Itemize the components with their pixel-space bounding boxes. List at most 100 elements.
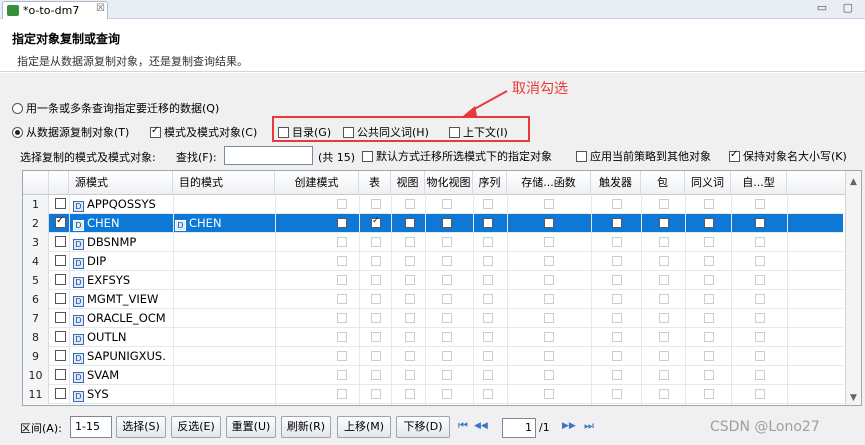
prev-page-icon[interactable]: ◀◀ <box>474 421 488 431</box>
object-type-checkbox[interactable] <box>405 218 415 228</box>
apply-policy-checkbox[interactable]: 应用当前策略到其他对象 <box>576 148 711 164</box>
object-type-checkbox[interactable] <box>704 256 714 266</box>
schema-objects-checkbox[interactable]: 模式及模式对象(C) <box>150 124 257 140</box>
object-type-checkbox[interactable] <box>483 256 493 266</box>
close-icon[interactable]: ☒ <box>96 3 105 14</box>
object-type-checkbox[interactable] <box>544 370 554 380</box>
checkbox[interactable] <box>576 151 587 162</box>
row-select-checkbox[interactable] <box>55 312 66 323</box>
catalog-checkbox[interactable]: 目录(G) <box>278 124 331 140</box>
radio-button[interactable] <box>12 103 23 114</box>
object-type-checkbox[interactable] <box>405 256 415 266</box>
object-type-checkbox[interactable] <box>442 256 452 266</box>
object-type-checkbox[interactable] <box>337 351 347 361</box>
object-type-checkbox[interactable] <box>704 370 714 380</box>
object-type-checkbox[interactable] <box>704 294 714 304</box>
table-row[interactable]: 2DCHENDCHEN <box>23 214 843 233</box>
table-row[interactable]: 8 D OUTLN <box>23 328 843 347</box>
object-type-checkbox[interactable] <box>755 351 765 361</box>
move-down-button[interactable]: 下移(D) <box>396 416 450 438</box>
object-type-checkbox[interactable] <box>544 351 554 361</box>
object-type-checkbox[interactable] <box>483 294 493 304</box>
range-input[interactable]: 1-15 <box>70 416 112 438</box>
table-row[interactable]: 10 D SVAM <box>23 366 843 385</box>
table-row[interactable]: 1 D APPQOSSYS <box>23 195 843 214</box>
column-header[interactable]: 创建模式 <box>275 171 359 195</box>
object-type-checkbox[interactable] <box>704 199 714 209</box>
object-type-checkbox[interactable] <box>544 199 554 209</box>
default-migrate-checkbox[interactable]: 默认方式迁移所选模式下的指定对象 <box>362 148 552 164</box>
table-row[interactable]: 7 D ORACLE_OCM <box>23 309 843 328</box>
column-header[interactable]: 物化视图 <box>425 171 473 195</box>
column-header[interactable]: 存储...函数 <box>507 171 591 195</box>
refresh-button[interactable]: 刷新(R) <box>281 416 331 438</box>
object-type-checkbox[interactable] <box>371 275 381 285</box>
object-type-checkbox[interactable] <box>337 256 347 266</box>
reset-button[interactable]: 重置(U) <box>226 416 276 438</box>
column-header[interactable]: 目的模式 <box>173 171 275 195</box>
object-type-checkbox[interactable] <box>483 351 493 361</box>
column-header[interactable]: 自...型 <box>731 171 787 195</box>
table-row[interactable]: 6 D MGMT_VIEW <box>23 290 843 309</box>
object-type-checkbox[interactable] <box>442 218 452 228</box>
object-type-checkbox[interactable] <box>442 370 452 380</box>
column-header[interactable]: 包 <box>641 171 685 195</box>
object-type-checkbox[interactable] <box>337 332 347 342</box>
table-row[interactable]: 11 D SYS <box>23 385 843 404</box>
object-type-checkbox[interactable] <box>442 351 452 361</box>
row-select-checkbox[interactable] <box>55 236 66 247</box>
object-type-checkbox[interactable] <box>544 332 554 342</box>
object-type-checkbox[interactable] <box>659 294 669 304</box>
object-type-checkbox[interactable] <box>755 199 765 209</box>
object-type-checkbox[interactable] <box>544 218 554 228</box>
object-type-checkbox[interactable] <box>704 313 714 323</box>
object-type-checkbox[interactable] <box>755 313 765 323</box>
object-type-checkbox[interactable] <box>442 313 452 323</box>
column-header[interactable]: 同义词 <box>685 171 731 195</box>
object-type-checkbox[interactable] <box>337 370 347 380</box>
row-select-checkbox[interactable] <box>55 369 66 380</box>
column-header[interactable]: 表 <box>359 171 391 195</box>
object-type-checkbox[interactable] <box>755 237 765 247</box>
object-type-checkbox[interactable] <box>659 389 669 399</box>
object-type-checkbox[interactable] <box>483 332 493 342</box>
object-type-checkbox[interactable] <box>612 199 622 209</box>
object-type-checkbox[interactable] <box>405 332 415 342</box>
radio-query-option[interactable]: 用一条或多条查询指定要迁移的数据(Q) <box>12 100 219 116</box>
object-type-checkbox[interactable] <box>371 370 381 380</box>
object-type-checkbox[interactable] <box>483 370 493 380</box>
column-header[interactable]: 源模式 <box>69 171 173 195</box>
object-type-checkbox[interactable] <box>755 294 765 304</box>
object-type-checkbox[interactable] <box>483 313 493 323</box>
window-controls[interactable]: ▭ ▢ <box>817 1 859 14</box>
object-type-checkbox[interactable] <box>442 294 452 304</box>
scroll-down-icon[interactable]: ▼ <box>850 393 857 403</box>
radio-button[interactable] <box>12 127 23 138</box>
row-select-checkbox[interactable] <box>55 274 66 285</box>
editor-tab[interactable]: *o-to-dm7 ☒ <box>2 1 108 19</box>
object-type-checkbox[interactable] <box>405 275 415 285</box>
object-type-checkbox[interactable] <box>755 370 765 380</box>
object-type-checkbox[interactable] <box>659 370 669 380</box>
object-type-checkbox[interactable] <box>337 218 347 228</box>
row-select-checkbox[interactable] <box>55 388 66 399</box>
table-row[interactable]: 4 D DIP <box>23 252 843 271</box>
object-type-checkbox[interactable] <box>371 294 381 304</box>
column-header[interactable]: 触发器 <box>591 171 641 195</box>
object-type-checkbox[interactable] <box>659 332 669 342</box>
object-type-checkbox[interactable] <box>371 332 381 342</box>
column-header[interactable]: 视图 <box>391 171 425 195</box>
object-type-checkbox[interactable] <box>337 389 347 399</box>
object-type-checkbox[interactable] <box>337 313 347 323</box>
object-type-checkbox[interactable] <box>442 332 452 342</box>
object-type-checkbox[interactable] <box>755 389 765 399</box>
object-type-checkbox[interactable] <box>755 332 765 342</box>
object-type-checkbox[interactable] <box>612 313 622 323</box>
object-type-checkbox[interactable] <box>612 351 622 361</box>
checkbox[interactable] <box>362 151 373 162</box>
keep-case-checkbox[interactable]: 保持对象名大小写(K) <box>729 148 847 164</box>
row-select-checkbox[interactable] <box>55 198 66 209</box>
table-row[interactable]: 9 D SAPUNIGXUS. <box>23 347 843 366</box>
object-type-checkbox[interactable] <box>544 389 554 399</box>
object-type-checkbox[interactable] <box>371 351 381 361</box>
